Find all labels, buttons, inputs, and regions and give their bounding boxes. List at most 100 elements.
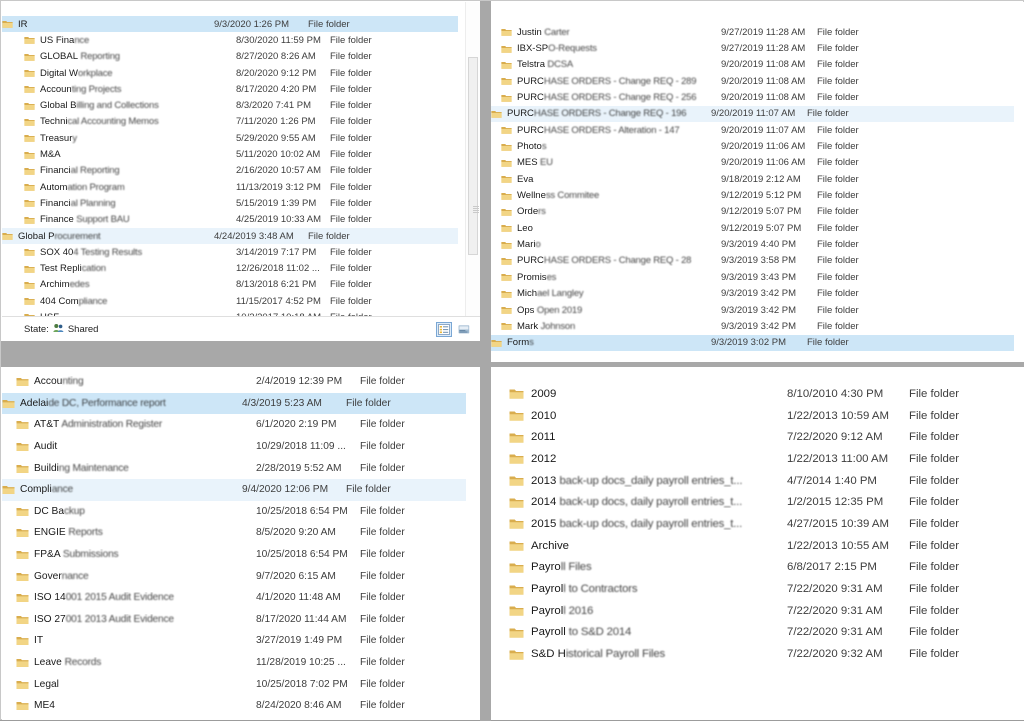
table-row[interactable]: ENGIE Reports 8/5/2020 9:20 AM File folder (2, 522, 480, 544)
table-row[interactable]: Building Maintenance 2/28/2019 5:52 AM Fil… (2, 457, 480, 479)
table-row[interactable]: DC Backup 10/25/2018 6:54 PM File folder (2, 501, 480, 523)
table-row[interactable]: GLOBAL Reporting 8/27/2020 8:26 AM File fo… (2, 49, 480, 65)
table-row[interactable]: Justin Carter 9/27/2019 11:28 AM File fold… (491, 24, 1024, 40)
folder-list-top-left[interactable]: IR 9/3/2020 1:26 PM File folder US Finance 8… (2, 2, 480, 341)
table-row[interactable]: Forms 9/3/2019 3:02 PM File folder (491, 334, 1014, 351)
table-row[interactable]: Accounting 2/4/2019 12:39 PM File folder (2, 371, 480, 393)
table-row[interactable]: Payroll to S&D 2014 7/22/2020 9:31 AM File… (491, 622, 1024, 644)
table-row[interactable]: PURCHASE ORDERS - Change REQ - 196 9/20/2… (491, 105, 1014, 123)
table-row[interactable]: ME5 Site Records12/3/2019 11:33 AMFile f… (2, 717, 480, 721)
table-row[interactable]: Eva 9/18/2019 2:12 AM File folder (491, 171, 1024, 187)
table-row[interactable]: SOX 404 Testing Results 3/14/2019 7:17 PM… (2, 244, 480, 260)
folder-list-bottom-left[interactable]: Accounting 2/4/2019 12:39 PM File folder Ad… (2, 367, 480, 720)
details-view-icon[interactable] (436, 321, 452, 337)
folder-name-redacted: back-up docs, daily payroll entries_t... (559, 496, 743, 509)
file-type: File folder (360, 505, 405, 517)
table-row[interactable]: Digital Workplace 8/20/2020 9:12 PM File f… (2, 65, 480, 81)
folder-name-redacted: Carter (541, 26, 570, 38)
table-row[interactable]: PURCHASE ORDERS - Change REQ - 28 9/3/201… (491, 253, 1024, 269)
folder-name-redacted: Open 2019 (534, 304, 583, 316)
table-row[interactable]: PURCHASE ORDERS - Change REQ - 289 9/20/2… (491, 73, 1024, 89)
folder-list-top-right[interactable]: Justin Carter 9/27/2019 11:28 AM File fold… (491, 2, 1024, 362)
table-row[interactable]: Technical Accounting Memos 7/11/2020 1:26… (2, 114, 480, 130)
table-row[interactable]: Mark Johnson 9/3/2019 3:42 PM File folder (491, 318, 1024, 334)
table-row[interactable]: Global Procurement 4/24/2019 3:48 AM File … (2, 227, 458, 245)
table-row[interactable]: 2009 8/10/2010 4:30 PM File folder (491, 383, 1024, 405)
table-row[interactable]: Legal 10/25/2018 7:02 PM File folder (2, 673, 480, 695)
table-row[interactable]: IBX-SPO-Requests 9/27/2019 11:28 AM File f… (491, 40, 1024, 56)
table-row[interactable]: Finance Support BAU 4/25/2019 10:33 AM Fil… (2, 212, 480, 228)
folder-name-visible: Wellne (517, 190, 546, 202)
file-type: File folder (909, 583, 960, 596)
table-row[interactable]: Governance 9/7/2020 6:15 AM File folder (2, 565, 480, 587)
folder-name: Finance Support BAU (40, 214, 236, 225)
folder-name-visible: 2009 (531, 387, 557, 400)
table-row[interactable]: Mario 9/3/2019 4:40 PM File folder (491, 236, 1024, 252)
table-row[interactable]: MES EU 9/20/2019 11:06 AM File folder (491, 155, 1024, 171)
table-row[interactable]: Audit 10/29/2018 11:09 ... File folder (2, 436, 480, 458)
table-row[interactable]: Telstra DCSA 9/20/2019 11:08 AM File folde… (491, 57, 1024, 73)
folder-name-redacted: edes (69, 279, 90, 291)
table-row[interactable]: Archimedes 8/13/2018 6:21 PM File folder (2, 277, 480, 293)
folder-name: Automation Program (40, 182, 236, 193)
folder-list-bottom-right[interactable]: 2009 8/10/2010 4:30 PM File folder 2010 1/22… (491, 367, 1024, 720)
table-row[interactable]: Orders 9/12/2019 5:07 PM File folder (491, 204, 1024, 220)
table-row[interactable]: 2013 back-up docs_daily payroll entries_… (491, 470, 1024, 492)
vertical-scrollbar-top-left[interactable] (465, 2, 480, 317)
table-row[interactable]: Payroll 2016 7/22/2020 9:31 AM File folder (491, 600, 1024, 622)
table-row[interactable]: M&A 5/11/2020 10:02 AM File folder (2, 146, 480, 162)
table-row[interactable]: 2015 back-up docs, daily payroll entries… (491, 513, 1024, 535)
table-row[interactable]: Accounting Projects 8/17/2020 4:20 PM File… (2, 81, 480, 97)
table-row[interactable]: ISO 27001 2013 Audit Evidence 8/17/2020 1… (2, 609, 480, 631)
table-row[interactable]: Leo 9/12/2019 5:07 PM File folder (491, 220, 1024, 236)
table-row[interactable]: PURCHASE ORDERS - Alteration - 147 9/20/2… (491, 122, 1024, 138)
table-row[interactable]: ISO 14001 2015 Audit Evidence 4/1/2020 11… (2, 587, 480, 609)
folder-icon (509, 496, 524, 509)
folder-name-redacted: ting Projects (71, 83, 122, 95)
table-row[interactable]: Photos 9/20/2019 11:06 AM File folder (491, 138, 1024, 154)
table-row[interactable]: Financial Reporting 2/16/2020 10:57 AM Fil… (2, 163, 480, 179)
table-row[interactable]: Financial Planning 5/15/2019 1:39 PM File … (2, 195, 480, 211)
table-row[interactable]: Treasury 5/29/2020 9:55 AM File folder (2, 130, 480, 146)
table-row[interactable]: Leave Records 11/28/2019 10:25 ... File fo… (2, 652, 480, 674)
table-row[interactable]: 2014 back-up docs, daily payroll entries… (491, 491, 1024, 513)
table-row[interactable]: FP&A Submissions 10/25/2018 6:54 PM File f… (2, 544, 480, 566)
table-row[interactable]: S&D Historical Payroll Files 7/22/2020 9:… (491, 643, 1024, 665)
folder-icon (509, 409, 524, 422)
table-row[interactable]: US Finance 8/30/2020 11:59 PM File folder (2, 32, 480, 48)
table-row[interactable]: ME4 8/24/2020 8:46 AM File folder (2, 695, 480, 717)
table-row[interactable]: IT 3/27/2019 1:49 PM File folder (2, 630, 480, 652)
table-row[interactable]: PURCHASE ORDERS - Change REQ - 256 9/20/2… (491, 89, 1024, 105)
table-row[interactable]: 404 Compliance 11/15/2017 4:52 PM File fol… (2, 293, 480, 309)
folder-name: 2010 (531, 410, 787, 422)
table-row[interactable]: Automation Program 11/13/2019 3:12 PM File… (2, 179, 480, 195)
table-row[interactable]: Global Billing and Collections 8/3/2020 7… (2, 97, 480, 113)
table-row[interactable]: Test Replication 12/26/2018 11:02 ... File… (2, 260, 480, 276)
folder-name-redacted: Reports (65, 527, 103, 539)
folder-name-visible: 2014 (531, 496, 560, 509)
large-icons-view-icon[interactable] (456, 322, 472, 337)
table-row[interactable]: Promises 9/3/2019 3:43 PM File folder (491, 269, 1024, 285)
file-type: File folder (817, 43, 859, 55)
folder-name-redacted: ll Files (560, 561, 592, 574)
date-modified: 9/20/2019 11:08 AM (721, 75, 806, 87)
table-row[interactable]: Michael Langley 9/3/2019 3:42 PM File fold… (491, 286, 1024, 302)
table-row[interactable]: 2011 7/22/2020 9:12 AM File folder (491, 426, 1024, 448)
table-row[interactable]: Payroll Files 6/8/2017 2:15 PM File folder (491, 557, 1024, 579)
table-row[interactable]: Payroll to Contractors 7/22/2020 9:31 AM F… (491, 578, 1024, 600)
folder-icon (501, 305, 512, 315)
folder-name-redacted: ation Program (67, 181, 125, 193)
folder-name: Photos (517, 141, 721, 152)
table-row[interactable]: IR 9/3/2020 1:26 PM File folder (2, 16, 458, 33)
date-modified: 9/3/2019 4:40 PM (721, 239, 796, 251)
folder-name-redacted: illing and Collections (76, 100, 159, 112)
table-row[interactable]: 2010 1/22/2013 10:59 AM File folder (491, 405, 1024, 427)
table-row[interactable]: Ops Open 2019 9/3/2019 3:42 PM File folder (491, 302, 1024, 318)
table-row[interactable]: 2012 1/22/2013 11:00 AM File folder (491, 448, 1024, 470)
table-row[interactable]: AT&T Administration Register 6/1/2020 2:1… (2, 414, 480, 436)
table-row[interactable]: Archive 1/22/2013 10:55 AM File folder (491, 535, 1024, 557)
scrollbar-thumb[interactable] (468, 57, 479, 255)
table-row[interactable]: Wellness Commitee 9/12/2019 5:12 PM File f… (491, 187, 1024, 203)
table-row[interactable]: Adelaide DC, Performance report 4/3/2019 … (2, 392, 466, 415)
table-row[interactable]: Compliance 9/4/2020 12:06 PM File folder (2, 478, 466, 501)
